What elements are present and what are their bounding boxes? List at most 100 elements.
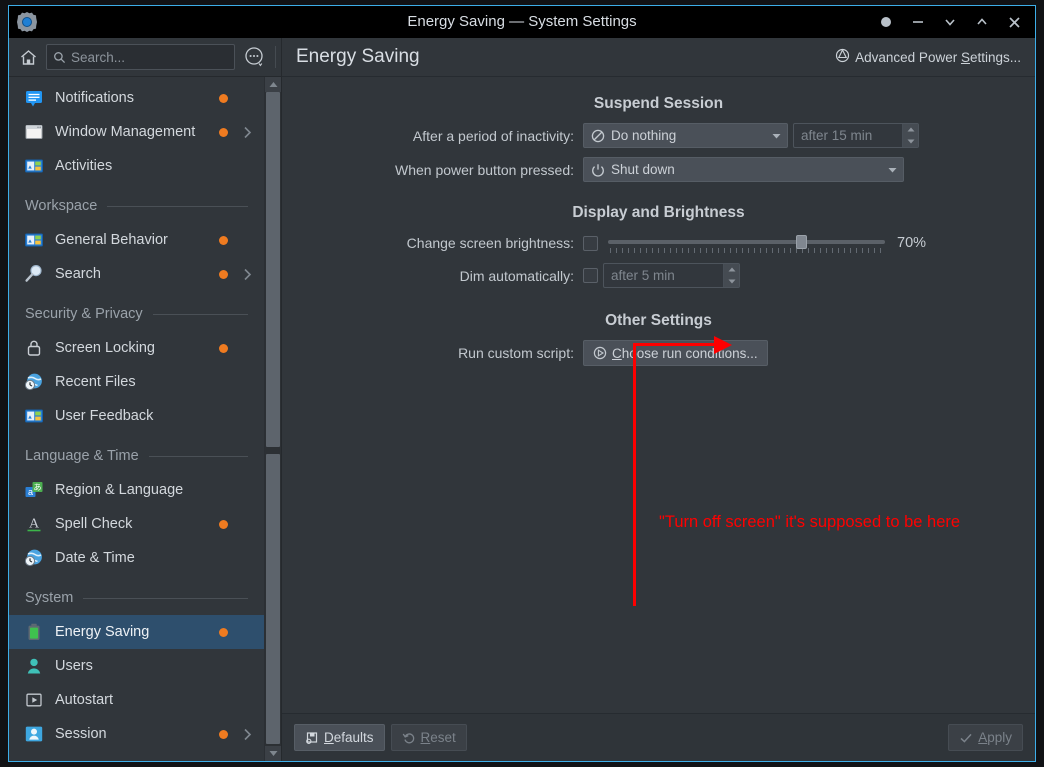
defaults-button[interactable]: Defaults — [294, 724, 385, 751]
footer-bar: Defaults Reset Apply — [282, 713, 1035, 761]
advanced-link-text-after: ettings... — [969, 49, 1021, 65]
sidebar-item-autostart[interactable]: Autostart — [9, 683, 264, 717]
annotation-text: "Turn off screen" it's supposed to be he… — [659, 513, 961, 531]
keep-above-button[interactable] — [871, 7, 901, 37]
minimize-button[interactable] — [903, 7, 933, 37]
sidebar-scroll-thumb-lower[interactable] — [266, 454, 280, 744]
search-input[interactable]: Search... — [46, 44, 235, 70]
spinbox-buttons[interactable] — [902, 124, 918, 147]
sidebar-item-label: Energy Saving — [55, 624, 150, 640]
search-icon — [53, 51, 66, 64]
sidebar-item-energy-saving[interactable]: Energy Saving — [9, 615, 264, 649]
spinbox-up-arrow[interactable] — [903, 124, 918, 136]
sidebar-group-label: System — [25, 590, 74, 606]
run-conditions-accel: C — [612, 345, 622, 361]
inactivity-delay-value: after 15 min — [801, 128, 873, 143]
sidebar-group-label: Security & Privacy — [25, 306, 143, 322]
power-button-row: When power button pressed: Shut down — [282, 157, 1035, 182]
sidebar-item-label: Search — [55, 266, 101, 282]
sidebar-item-spell-check[interactable]: A Spell Check — [9, 507, 264, 541]
slider-handle[interactable] — [795, 235, 807, 249]
sidebar-group-label: Language & Time — [25, 448, 139, 464]
spinbox-down-arrow[interactable] — [903, 136, 918, 148]
home-icon[interactable] — [15, 44, 41, 70]
sidebar-list: Notifications Window Management Activities… — [9, 77, 264, 761]
window-icon — [23, 121, 45, 143]
dim-checkbox[interactable] — [583, 268, 598, 283]
settings-scroll-area: Suspend Session After a period of inacti… — [282, 77, 1035, 713]
chevron-right-icon — [240, 728, 254, 741]
sidebar-item-window-management[interactable]: Window Management — [9, 115, 264, 149]
sidebar-item-user-feedback[interactable]: User Feedback — [9, 399, 264, 433]
brightness-checkbox[interactable] — [583, 235, 598, 251]
toolbar-separator — [275, 46, 276, 68]
dim-delay-spinbox[interactable]: after 5 min — [603, 263, 740, 288]
spinbox-buttons[interactable] — [723, 264, 739, 287]
sidebar: Search... Notifications Window Managemen… — [9, 38, 281, 761]
modified-indicator-dot — [219, 519, 228, 529]
sidebar-item-users[interactable]: Users — [9, 649, 264, 683]
dim-label: Dim automatically: — [459, 267, 574, 284]
sidebar-item-general-behavior[interactable]: General Behavior — [9, 223, 264, 257]
sidebar-scroll-track[interactable] — [265, 92, 281, 746]
advanced-link-text: Advanced Power — [855, 49, 961, 65]
user-feedback-icon — [23, 405, 45, 427]
scroll-down-arrow[interactable] — [265, 746, 281, 761]
close-button[interactable] — [999, 7, 1029, 37]
sidebar-group-header: System — [9, 581, 264, 615]
main-header: Energy Saving Advanced Power Settings... — [282, 38, 1035, 77]
scroll-up-arrow[interactable] — [265, 77, 281, 92]
sidebar-item-screen-locking[interactable]: Screen Locking — [9, 331, 264, 365]
apply-button[interactable]: Apply — [948, 724, 1023, 751]
hamburger-menu-icon[interactable] — [240, 43, 268, 71]
shade-down-button[interactable] — [935, 7, 965, 37]
annotation-vertical-line — [633, 345, 636, 606]
sidebar-item-label: Screen Locking — [55, 340, 155, 356]
session-icon — [23, 723, 45, 745]
power-icon — [591, 163, 605, 177]
power-button-action-combobox[interactable]: Shut down — [583, 157, 904, 182]
shade-up-button[interactable] — [967, 7, 997, 37]
inactivity-delay-spinbox[interactable]: after 15 min — [793, 123, 919, 148]
notifications-icon — [23, 87, 45, 109]
autostart-icon — [23, 689, 45, 711]
sidebar-item-activities[interactable]: Activities — [9, 149, 264, 183]
sidebar-group-rule — [83, 597, 248, 599]
display-brightness-heading: Display and Brightness — [572, 204, 745, 221]
sidebar-item-label: Region & Language — [55, 482, 184, 498]
spinbox-down-arrow[interactable] — [724, 276, 739, 288]
general-behavior-icon — [23, 229, 45, 251]
power-button-label: When power button pressed: — [395, 161, 574, 178]
sidebar-scroll-thumb[interactable] — [266, 92, 280, 447]
brightness-row: Change screen brightness: 70% — [282, 232, 1035, 254]
sidebar-item-label: Window Management — [55, 124, 196, 140]
reset-button[interactable]: Reset — [390, 724, 467, 751]
defaults-accel: D — [324, 730, 334, 745]
sidebar-item-search[interactable]: Search — [9, 257, 264, 291]
sidebar-item-label: Activities — [55, 158, 113, 174]
title-bar[interactable]: Energy Saving — System Settings — [9, 6, 1035, 38]
system-settings-gear-icon — [15, 10, 39, 34]
spinbox-up-arrow[interactable] — [724, 264, 739, 276]
sidebar-item-notifications[interactable]: Notifications — [9, 81, 264, 115]
sidebar-item-recent-files[interactable]: Recent Files — [9, 365, 264, 399]
brightness-slider[interactable] — [608, 232, 885, 254]
advanced-power-settings-link[interactable]: Advanced Power Settings... — [835, 48, 1021, 66]
sidebar-item-label: User Feedback — [55, 408, 154, 424]
region-language-icon: aあ — [23, 479, 45, 501]
sidebar-item-date-time[interactable]: Date & Time — [9, 541, 264, 575]
defaults-icon — [305, 731, 319, 745]
sidebar-item-session[interactable]: Session — [9, 717, 264, 751]
modified-indicator-dot — [219, 269, 228, 279]
sidebar-item-region-language[interactable]: a あ Region & Language — [9, 473, 264, 507]
modified-indicator-dot — [219, 235, 228, 245]
sidebar-item-label: Recent Files — [55, 374, 136, 390]
page-title: Energy Saving — [296, 46, 420, 67]
sidebar-scrollbar[interactable] — [264, 77, 281, 761]
sidebar-list-wrapper: Notifications Window Management Activities… — [9, 77, 281, 761]
reset-accel: R — [420, 730, 431, 745]
inactivity-action-combobox[interactable]: Do nothing — [583, 123, 788, 148]
inactivity-action-value: Do nothing — [611, 128, 677, 143]
slider-groove — [608, 240, 885, 244]
chevron-right-icon — [240, 268, 254, 281]
